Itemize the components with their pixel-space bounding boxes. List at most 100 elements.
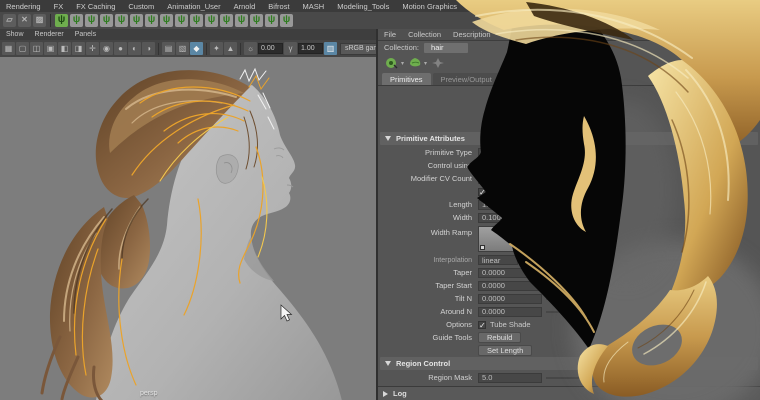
menu-polygons-user[interactable]: Polygons_User — [470, 2, 521, 11]
attr-label: Control using — [427, 161, 472, 170]
plugin-shapes-icon[interactable]: ▲ — [224, 42, 237, 55]
viewport-menu-panels[interactable]: Panels — [75, 31, 96, 38]
taper-start-field[interactable]: 0.0000 — [478, 280, 542, 291]
around-n-slider[interactable] — [546, 310, 584, 313]
xgen-shelf-icon[interactable]: ψ — [205, 14, 218, 27]
xgen-shelf-icon[interactable]: ψ — [175, 14, 188, 27]
ambient-occlusion-icon[interactable]: ◑ — [142, 42, 155, 55]
menu-xgen[interactable]: XGen — [586, 2, 605, 11]
tilt-n-field[interactable]: 0.0000 — [478, 293, 542, 304]
xgen-menu-description[interactable]: Description — [453, 30, 491, 39]
taper-start-slider[interactable] — [546, 284, 584, 287]
xgen-shelf-icon[interactable]: ψ — [250, 14, 263, 27]
taper-field[interactable]: 0.0000 — [478, 267, 542, 278]
tube-shade-checkbox[interactable]: ✓ — [478, 320, 486, 329]
section-region-control[interactable]: Region Control — [380, 357, 758, 370]
xgen-preview-icon[interactable] — [384, 56, 399, 70]
exposure-field[interactable] — [258, 43, 283, 54]
select-camera-icon[interactable]: ▦ — [2, 42, 15, 55]
exposure-icon[interactable]: ☼ — [244, 42, 257, 55]
primitive-type-dropdown[interactable]: Spline — [478, 147, 542, 158]
xgen-shelf-icon[interactable]: ψ — [115, 14, 128, 27]
menu-xgen-user[interactable]: XGen_User — [534, 2, 573, 11]
grid-icon[interactable]: ▢ — [16, 42, 29, 55]
film-gate-icon[interactable]: ◫ — [30, 42, 43, 55]
region-mask-field[interactable]: 5.0 — [478, 372, 542, 383]
control-using-dropdown[interactable]: Guides — [478, 160, 542, 171]
length-slider[interactable] — [546, 203, 584, 206]
gamma-icon[interactable]: γ — [284, 42, 297, 55]
menu-mash[interactable]: MASH — [303, 2, 325, 11]
xgen-shelf-icon[interactable]: ψ — [280, 14, 293, 27]
xgen-menu-file[interactable]: File — [384, 30, 396, 39]
shadows-icon[interactable]: ◐ — [128, 42, 141, 55]
menu-rendering[interactable]: Rendering — [6, 2, 41, 11]
collection-name-field[interactable]: hair — [424, 42, 469, 53]
gate-mask-icon[interactable]: ◧ — [58, 42, 71, 55]
camera-attributes-icon[interactable]: ◉ — [100, 42, 113, 55]
faceted-checkbox[interactable]: ✓ — [478, 187, 486, 196]
color-management-icon[interactable]: ▥ — [324, 42, 337, 55]
wireframe-on-shaded-icon[interactable]: ▧ — [176, 42, 189, 55]
rebuild-button[interactable]: Rebuild — [478, 332, 522, 343]
isolate-select-icon[interactable]: ✦ — [210, 42, 223, 55]
panel-spacer — [378, 86, 760, 132]
xgen-shelf-icon[interactable]: ψ — [265, 14, 278, 27]
interpolation-dropdown[interactable]: linear — [478, 255, 518, 265]
xgen-shelf-icon[interactable]: ψ — [70, 14, 83, 27]
width-field[interactable]: 0.1000 — [478, 212, 542, 223]
menu-modeling-tools[interactable]: Modeling_Tools — [337, 2, 389, 11]
tilt-n-slider[interactable] — [546, 297, 584, 300]
xgen-shelf-icon[interactable]: ψ — [235, 14, 248, 27]
xgen-shelf-icon[interactable]: ψ — [145, 14, 158, 27]
ramp-handle[interactable] — [480, 245, 485, 250]
set-length-button[interactable]: Set Length — [478, 345, 533, 356]
clear-preview-icon[interactable] — [430, 56, 445, 70]
tab-preview-output[interactable]: Preview/Output — [432, 73, 500, 85]
xgen-shelf-icon[interactable]: ψ — [55, 14, 68, 27]
tab-primitives[interactable]: Primitives — [382, 73, 431, 85]
menu-custom[interactable]: Custom — [128, 2, 154, 11]
chevron-down-icon[interactable]: ▾ — [424, 60, 427, 67]
viewport-menu-renderer[interactable]: Renderer — [35, 31, 64, 38]
chevron-down-icon[interactable]: ▾ — [401, 60, 404, 67]
shelf-tool-icon[interactable]: ▱ — [3, 14, 16, 27]
xgen-menubar: File Collection Description — [378, 29, 760, 41]
xgen-menu-collection[interactable]: Collection — [408, 30, 441, 39]
gamma-field[interactable] — [298, 43, 323, 54]
xgen-shelf-icon[interactable]: ψ — [100, 14, 113, 27]
field-chart-icon[interactable]: ◨ — [72, 42, 85, 55]
taper-slider[interactable] — [546, 271, 584, 274]
around-n-field[interactable]: 0.0000 — [478, 306, 542, 317]
shelf-delete-icon[interactable]: ✕ — [18, 14, 31, 27]
xray-icon[interactable]: ◆ — [190, 42, 203, 55]
resolution-gate-icon[interactable]: ▣ — [44, 42, 57, 55]
menu-fx-caching[interactable]: FX Caching — [76, 2, 115, 11]
shelf-bucket-icon[interactable]: ▨ — [33, 14, 46, 27]
width-slider[interactable] — [546, 216, 584, 219]
menu-motion-graphics[interactable]: Motion Graphics — [402, 2, 457, 11]
length-field[interactable]: 1.0000 — [478, 199, 542, 210]
viewport-menu-show[interactable]: Show — [6, 31, 24, 38]
xgen-shelf-icon[interactable]: ψ — [130, 14, 143, 27]
xgen-update-preview-icon[interactable] — [407, 56, 422, 70]
lighting-icon[interactable]: ● — [114, 42, 127, 55]
xgen-shelf-icon[interactable]: ψ — [220, 14, 233, 27]
section-primitive-attributes[interactable]: Primitive Attributes — [380, 132, 758, 145]
attr-label: Width Ramp — [430, 228, 472, 237]
xgen-shelf-icon[interactable]: ψ — [190, 14, 203, 27]
safe-action-icon[interactable]: ✛ — [86, 42, 99, 55]
modifier-cv-count-field[interactable]: 40 — [478, 173, 518, 184]
perspective-viewport: Show Renderer Panels ▦ ▢ ◫ ▣ ◧ ◨ ✛ ◉ ● ◐… — [0, 29, 404, 400]
width-ramp-widget[interactable] — [478, 226, 564, 252]
menu-animation-user[interactable]: Animation_User — [167, 2, 220, 11]
menu-arnold[interactable]: Arnold — [234, 2, 256, 11]
viewport-3d-scene[interactable] — [0, 57, 377, 400]
textured-icon[interactable]: ▤ — [162, 42, 175, 55]
xgen-shelf-icon[interactable]: ψ — [85, 14, 98, 27]
xgen-shelf-icon[interactable]: ψ — [160, 14, 173, 27]
region-mask-slider[interactable] — [546, 376, 584, 379]
menu-bifrost[interactable]: Bifrost — [268, 2, 289, 11]
menu-fx[interactable]: FX — [54, 2, 64, 11]
section-log[interactable]: Log — [378, 386, 760, 400]
